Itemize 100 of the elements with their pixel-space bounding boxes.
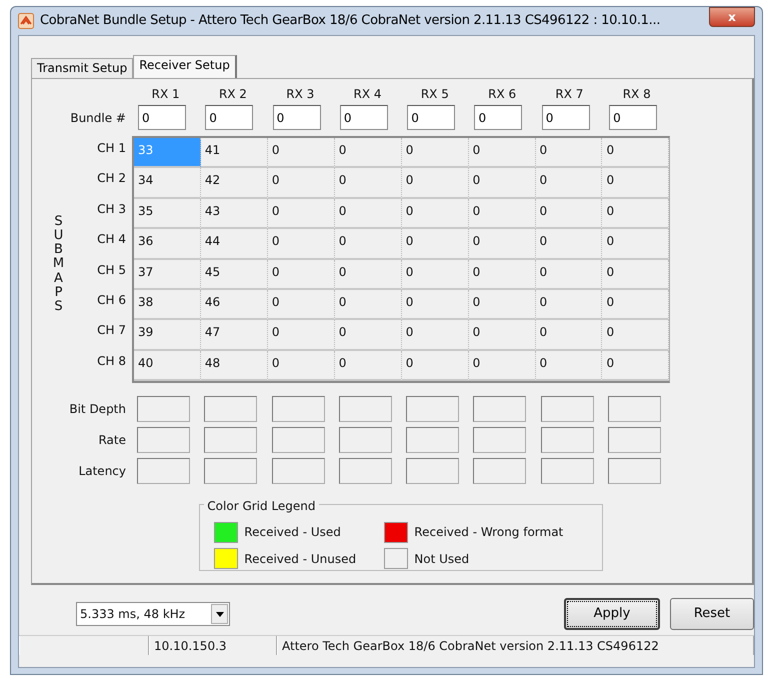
grid-cell[interactable]: 0 [334, 320, 402, 351]
grid-cell[interactable]: 40 [134, 350, 201, 382]
grid-cell[interactable]: 0 [602, 350, 670, 382]
grid-cell[interactable]: 0 [468, 320, 536, 351]
grid-cell[interactable]: 0 [334, 229, 402, 260]
readout-field [204, 396, 258, 422]
column-header: RX 6 [488, 87, 516, 101]
grid-cell[interactable]: 0 [402, 168, 469, 199]
grid-cell[interactable]: 0 [402, 350, 469, 382]
grid-cell[interactable]: 38 [134, 290, 201, 320]
grid-cell[interactable]: 48 [200, 350, 268, 382]
caret-icon [216, 612, 224, 617]
readout-field [406, 396, 460, 422]
input-field[interactable]: 0 [474, 105, 522, 130]
grid-cell[interactable]: 37 [134, 260, 201, 290]
tab[interactable]: Receiver Setup [133, 55, 237, 78]
column-header: RX 5 [420, 87, 449, 101]
readout-field [137, 458, 190, 484]
tab[interactable]: Transmit Setup [31, 58, 134, 78]
grid-cell[interactable]: 0 [268, 320, 335, 351]
dropdown[interactable]: 5.333 ms, 48 kHz [76, 602, 230, 626]
grid-cell[interactable]: 0 [602, 260, 670, 290]
grid-cell[interactable]: 0 [602, 198, 670, 230]
grid-cell[interactable]: 0 [536, 350, 602, 382]
grid-cell[interactable]: 0 [402, 198, 469, 230]
grid-cell[interactable]: 0 [268, 260, 335, 290]
readout-field [608, 458, 662, 484]
readout-field [338, 458, 392, 484]
grid-cell[interactable]: 0 [468, 350, 536, 382]
grid-cell[interactable]: 0 [468, 229, 536, 260]
grid-cell[interactable]: 0 [468, 168, 536, 199]
row-label: CH 4 [97, 231, 127, 248]
row-label: CH 6 [97, 292, 127, 309]
grid-cell[interactable]: 0 [334, 290, 402, 320]
grid-cell[interactable]: 47 [200, 320, 268, 351]
readout-field [473, 427, 526, 454]
input-field[interactable]: 0 [340, 105, 388, 130]
grid-cell[interactable]: 44 [200, 229, 268, 260]
legend-label: Received - Wrong format [414, 524, 564, 542]
input-field[interactable]: 0 [609, 105, 658, 130]
grid-cell[interactable]: 42 [200, 168, 268, 199]
grid-cell[interactable]: 0 [468, 198, 536, 230]
grid-cell[interactable]: 0 [402, 260, 469, 290]
grid-cell[interactable]: 0 [602, 320, 670, 351]
grid-cell[interactable]: 0 [334, 260, 402, 290]
grid-cell[interactable]: 0 [402, 290, 469, 320]
readout-field [204, 458, 258, 484]
grid-cell[interactable]: 0 [602, 229, 670, 260]
column-header: RX 2 [218, 87, 247, 101]
dialog-button[interactable]: Reset [670, 598, 754, 630]
input-field[interactable]: 0 [407, 105, 456, 130]
grid-cell[interactable]: 36 [134, 229, 201, 260]
grid-cell[interactable]: 43 [200, 198, 268, 230]
grid-cell[interactable]: 35 [134, 198, 201, 230]
grid-cell[interactable]: 0 [334, 168, 402, 199]
readout-field [473, 458, 526, 484]
input-field[interactable]: 0 [272, 105, 321, 130]
grid-cell[interactable]: 0 [268, 229, 335, 260]
grid-cell[interactable]: 0 [402, 320, 469, 351]
grid-cell[interactable]: 0 [268, 290, 335, 320]
grid-cell[interactable]: 34 [134, 168, 201, 199]
grid-cell[interactable]: 0 [268, 198, 335, 230]
readout-field [272, 396, 325, 422]
grid-cell[interactable]: 0 [468, 138, 536, 168]
grid-cell[interactable]: 0 [602, 168, 670, 199]
grid-cell[interactable]: 0 [468, 260, 536, 290]
grid-cell[interactable]: 0 [536, 260, 602, 290]
readout-field [608, 427, 662, 454]
grid-cell[interactable]: 0 [268, 168, 335, 199]
grid-cell[interactable]: 0 [334, 350, 402, 382]
grid-cell[interactable]: 0 [402, 229, 469, 260]
grid-cell[interactable]: 39 [134, 320, 201, 351]
grid-cell[interactable]: 0 [334, 138, 402, 168]
row-label: CH 7 [97, 322, 127, 340]
grid-cell[interactable]: 46 [200, 290, 268, 320]
grid-cell[interactable]: 0 [602, 138, 670, 168]
readout-field [608, 396, 662, 422]
readout-field [204, 427, 258, 454]
grid-cell[interactable]: 0 [402, 138, 469, 168]
grid-cell[interactable]: 0 [536, 320, 602, 351]
dialog-button[interactable]: Apply [564, 598, 660, 630]
grid-cell[interactable]: 0 [536, 168, 602, 199]
readout-field [272, 427, 325, 454]
input-field[interactable]: 0 [138, 105, 186, 130]
grid-cell[interactable]: 41 [200, 138, 268, 168]
input-field[interactable]: 0 [542, 105, 590, 130]
grid-cell[interactable]: 0 [268, 350, 335, 382]
grid-cell[interactable]: 0 [268, 138, 335, 168]
status-text: Attero Tech GearBox 18/6 CobraNet version 2.11.13 CS496122 [277, 636, 754, 656]
grid-cell[interactable]: 0 [536, 290, 602, 320]
window-title: CobraNet Bundle Setup - Attero Tech GearBox 18/6 CobraNet version 2.11.13 CS496122 : 10.10.1... [40, 12, 662, 30]
grid-cell[interactable]: 0 [536, 229, 602, 260]
grid-cell[interactable]: 0 [536, 138, 602, 168]
grid-cell[interactable]: 0 [334, 198, 402, 230]
readout-field [473, 396, 526, 422]
grid-cell[interactable]: 45 [200, 260, 268, 290]
grid-cell[interactable]: 0 [468, 290, 536, 320]
input-field[interactable]: 0 [205, 105, 254, 130]
grid-cell[interactable]: 0 [602, 290, 670, 320]
grid-cell[interactable]: 0 [536, 198, 602, 230]
